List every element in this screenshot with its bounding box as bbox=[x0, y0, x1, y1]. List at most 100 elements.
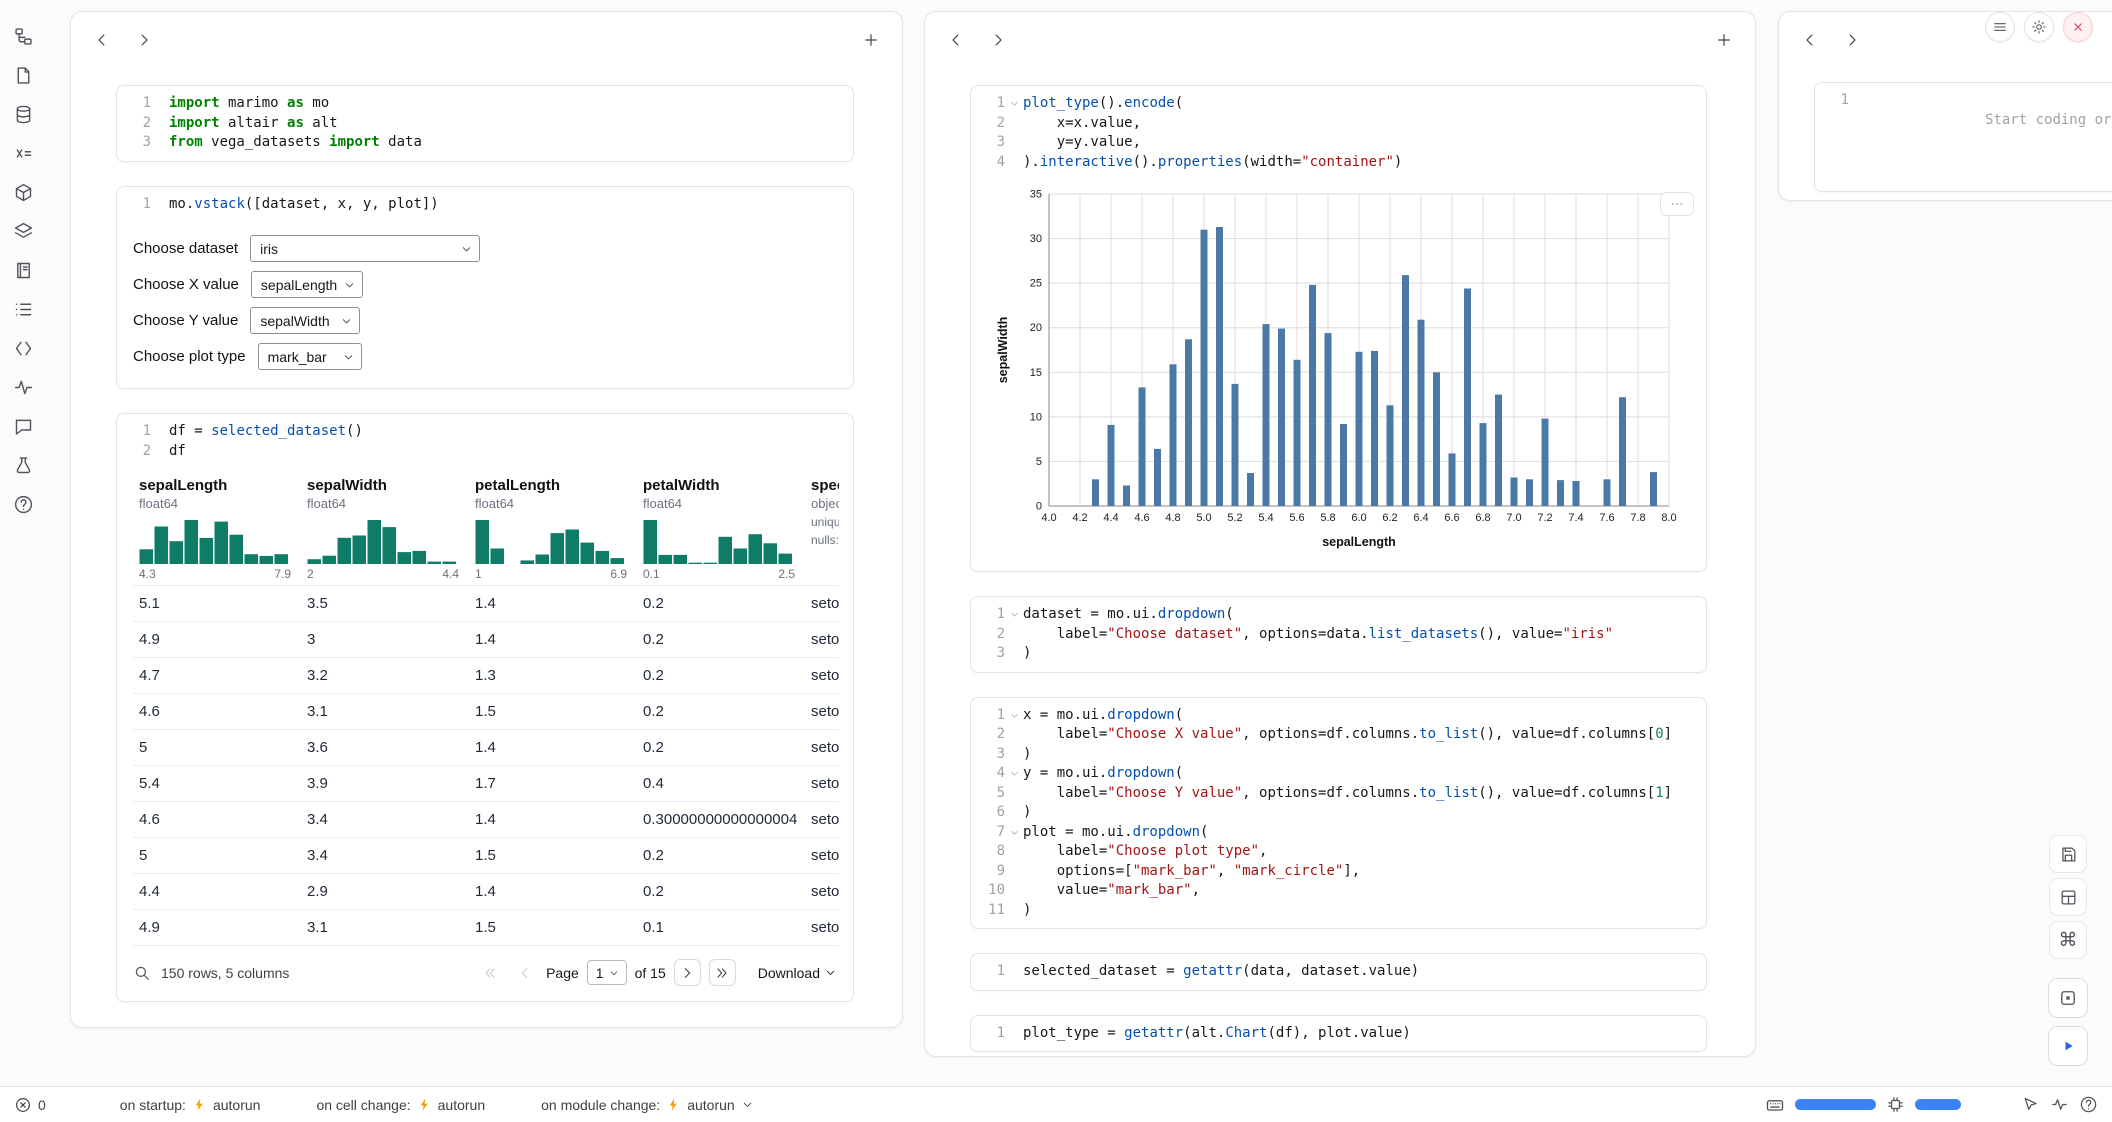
run-mode-button[interactable]: on cell change:autorun bbox=[310, 1093, 491, 1117]
close-button[interactable] bbox=[2063, 12, 2093, 42]
run-all-button[interactable] bbox=[2048, 1026, 2088, 1066]
table-search-button[interactable] bbox=[133, 964, 151, 982]
page-select-value: 1 bbox=[596, 965, 604, 981]
control-row: Choose Y valuesepalWidth bbox=[133, 307, 837, 334]
code-editor-selected[interactable]: 1selected_dataset = getattr(data, datase… bbox=[971, 954, 1706, 990]
tracing-button[interactable] bbox=[9, 375, 39, 399]
table-summary: 150 rows, 5 columns bbox=[161, 965, 289, 981]
column-1-header bbox=[71, 12, 902, 68]
save-button[interactable] bbox=[2049, 835, 2087, 873]
documentation-button[interactable] bbox=[9, 258, 39, 282]
column-header[interactable]: sepalWidthfloat6424.4 bbox=[301, 471, 469, 585]
column-header[interactable]: speciesobjectunique:nulls: bbox=[805, 471, 839, 585]
altair-bar-chart[interactable]: 4.04.24.44.64.85.05.25.45.65.86.06.26.46… bbox=[993, 182, 1681, 554]
table-cell: 4.6 bbox=[133, 694, 301, 729]
run-mode-settings: on startup:autorun on cell change:autorun… bbox=[70, 1093, 760, 1117]
prev-page-button[interactable] bbox=[511, 959, 538, 986]
fold-gutter bbox=[1005, 625, 1023, 645]
dropdown-choose-x-value[interactable]: sepalLength bbox=[251, 271, 363, 298]
new-cell-editor[interactable]: 1 Start coding or generate with AI bbox=[1815, 83, 2112, 158]
code-line: 3from vega_datasets import data bbox=[125, 133, 841, 153]
fold-chevron-icon[interactable] bbox=[1005, 706, 1023, 726]
column-header[interactable]: sepalLengthfloat644.37.9 bbox=[133, 471, 301, 585]
column-header[interactable]: petalWidthfloat640.12.5 bbox=[637, 471, 805, 585]
errors-button[interactable]: 0 bbox=[14, 1096, 46, 1114]
column-next-button[interactable] bbox=[1837, 25, 1867, 55]
keyboard-shortcuts-button[interactable]: ⌘ bbox=[2049, 921, 2087, 959]
code-editor-imports[interactable]: 1import marimo as mo2import altair as al… bbox=[117, 86, 853, 161]
cell-dataframe: 1df = selected_dataset()2df sepalLengthf… bbox=[116, 413, 854, 1002]
last-page-button[interactable] bbox=[709, 959, 736, 986]
code-editor-plot-type[interactable]: 1plot_type = getattr(alt.Chart(df), plot… bbox=[971, 1016, 1706, 1052]
fold-gutter bbox=[1005, 725, 1023, 745]
dropdown-choose-plot-type[interactable]: mark_bar bbox=[258, 343, 362, 370]
code-editor-widgets[interactable]: 1x = mo.ui.dropdown(2 label="Choose X va… bbox=[971, 698, 1706, 929]
table-cell: 1.5 bbox=[469, 910, 637, 945]
fold-chevron-icon[interactable] bbox=[1005, 823, 1023, 843]
svg-text:15: 15 bbox=[1030, 367, 1042, 379]
column-next-button[interactable] bbox=[129, 25, 159, 55]
console-button[interactable] bbox=[2048, 978, 2088, 1018]
page-select[interactable]: 1 bbox=[587, 960, 627, 985]
database-button[interactable] bbox=[9, 102, 39, 126]
column-prev-button[interactable] bbox=[1795, 25, 1825, 55]
add-cell-button[interactable] bbox=[856, 25, 886, 55]
code-line: 2 x=x.value, bbox=[979, 114, 1694, 134]
outline-button[interactable] bbox=[9, 297, 39, 321]
next-page-button[interactable] bbox=[674, 959, 701, 986]
layout-grid-button[interactable] bbox=[2049, 878, 2087, 916]
snippets-button[interactable] bbox=[9, 336, 39, 360]
page-label: Page bbox=[546, 965, 579, 981]
table-cell: 3.4 bbox=[301, 802, 469, 837]
dropdown-choose-y-value[interactable]: sepalWidth bbox=[250, 307, 360, 334]
column-prev-button[interactable] bbox=[941, 25, 971, 55]
fold-chevron-icon[interactable] bbox=[1005, 764, 1023, 784]
file-explorer-button[interactable] bbox=[9, 24, 39, 48]
chart-menu-button[interactable] bbox=[1660, 192, 1694, 216]
add-cell-button[interactable] bbox=[1709, 25, 1739, 55]
code-editor-plot[interactable]: 1plot_type().encode(2 x=x.value,3 y=y.va… bbox=[971, 86, 1706, 180]
table-footer: 150 rows, 5 columns Page 1 of 15 bbox=[117, 946, 853, 1001]
column-prev-button[interactable] bbox=[87, 25, 117, 55]
code-editor-dataset[interactable]: 1dataset = mo.ui.dropdown(2 label="Choos… bbox=[971, 597, 1706, 672]
chart-host: 4.04.24.44.64.85.05.25.45.65.86.06.26.46… bbox=[993, 182, 1692, 559]
fold-chevron-icon[interactable] bbox=[1005, 605, 1023, 625]
chat-button[interactable] bbox=[9, 414, 39, 438]
activity-button[interactable] bbox=[2050, 1095, 2069, 1114]
scratchpad-button[interactable] bbox=[9, 453, 39, 477]
fold-gutter bbox=[151, 422, 169, 442]
fold-chevron-icon[interactable] bbox=[1005, 94, 1023, 114]
line-number: 3 bbox=[979, 644, 1005, 664]
column-max: 2.5 bbox=[778, 567, 795, 581]
code-editor-vstack[interactable]: 1mo.vstack([dataset, x, y, plot]) bbox=[117, 187, 853, 223]
code-line: 1 Start coding or generate with AI bbox=[1823, 91, 2108, 150]
code-line: 2import altair as alt bbox=[125, 114, 841, 134]
run-mode-button[interactable]: on startup:autorun bbox=[114, 1093, 267, 1117]
run-mode-value: autorun bbox=[438, 1097, 485, 1113]
fold-gutter bbox=[151, 133, 169, 153]
packages-button[interactable] bbox=[9, 219, 39, 243]
column-next-button[interactable] bbox=[983, 25, 1013, 55]
line-number: 1 bbox=[979, 706, 1005, 726]
dropdown-choose-dataset[interactable]: iris bbox=[250, 235, 480, 262]
table-row: 4.63.11.50.2setosa bbox=[133, 694, 839, 730]
notebook-files-icon bbox=[13, 65, 34, 86]
menu-button[interactable] bbox=[1985, 12, 2015, 42]
dependencies-button[interactable] bbox=[9, 180, 39, 204]
download-button[interactable]: Download bbox=[758, 965, 837, 981]
settings-button[interactable] bbox=[2024, 12, 2054, 42]
pointer-mode-button[interactable] bbox=[2021, 1095, 2040, 1114]
run-mode-button[interactable]: on module change:autorun bbox=[535, 1093, 760, 1117]
code-text: ).interactive().properties(width="contai… bbox=[1023, 153, 1402, 173]
notebook-files-button[interactable] bbox=[9, 63, 39, 87]
code-editor-dataframe[interactable]: 1df = selected_dataset()2df bbox=[117, 414, 853, 469]
help-button[interactable] bbox=[9, 492, 39, 516]
variables-button[interactable] bbox=[9, 141, 39, 165]
first-page-button[interactable] bbox=[476, 959, 503, 986]
column-header[interactable]: petalLengthfloat6416.9 bbox=[469, 471, 637, 585]
chevron-down-icon bbox=[460, 242, 473, 255]
svg-text:7.6: 7.6 bbox=[1599, 512, 1614, 524]
table-cell: 0.2 bbox=[637, 874, 805, 909]
help-button[interactable] bbox=[2079, 1095, 2098, 1114]
code-line: 4).interactive().properties(width="conta… bbox=[979, 153, 1694, 173]
